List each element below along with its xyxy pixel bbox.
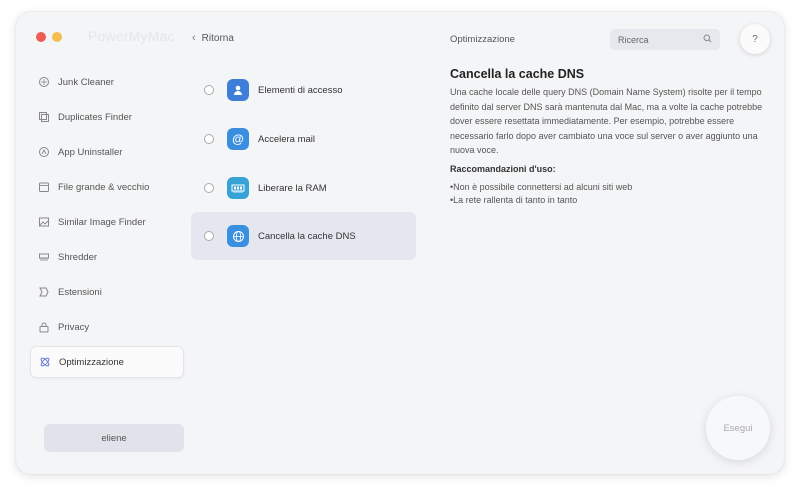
extensions-icon [38, 286, 50, 298]
duplicates-icon [38, 111, 50, 123]
recommendations-list: •Non è possibile connettersi ad alcuni s… [450, 181, 632, 207]
uninstaller-icon [38, 146, 50, 158]
window-controls [36, 32, 62, 42]
sidebar-item-label: Shredder [58, 251, 98, 263]
back-button[interactable]: ‹ Ritorna [192, 32, 234, 44]
recommendation-item: •La rete rallenta di tanto in tanto [450, 195, 578, 205]
option-login-items[interactable]: Elementi di accesso [191, 66, 416, 114]
lock-icon [38, 321, 50, 333]
sidebar-item-duplicates-finder[interactable]: Duplicates Finder [30, 101, 184, 133]
close-window-button[interactable] [36, 32, 46, 42]
help-button[interactable]: ? [740, 24, 770, 54]
page-title: Optimizzazione [450, 34, 515, 45]
sidebar-item-shredder[interactable]: Shredder [30, 241, 184, 273]
option-label: Cancella la cache DNS [258, 230, 356, 242]
recommendation-item: •Non è possibile connettersi ad alcuni s… [450, 182, 633, 192]
sidebar-item-label: Optimizzazione [59, 356, 124, 368]
sidebar-item-extensions[interactable]: Estensioni [30, 276, 184, 308]
option-radio[interactable] [204, 85, 214, 95]
option-radio[interactable] [204, 134, 214, 144]
search-input[interactable] [618, 34, 698, 45]
chevron-left-icon: ‹ [192, 32, 196, 44]
optimization-icon [39, 356, 51, 368]
back-label: Ritorna [201, 32, 234, 44]
sidebar-item-label: File grande & vecchio [58, 181, 150, 193]
option-free-ram[interactable]: Liberare la RAM [191, 164, 416, 212]
sidebar-item-app-uninstaller[interactable]: App Uninstaller [30, 136, 184, 168]
app-logo-text: PowerMyMac [88, 28, 175, 44]
sidebar-item-privacy[interactable]: Privacy [30, 311, 184, 343]
ram-icon [227, 177, 249, 199]
image-icon [38, 216, 50, 228]
shredder-icon [38, 251, 50, 263]
search-box[interactable] [610, 29, 720, 50]
user-account-button[interactable]: eliene [44, 424, 184, 452]
mail-at-icon: @ [227, 128, 249, 150]
sidebar-item-large-files[interactable]: File grande & vecchio [30, 171, 184, 203]
sidebar-item-optimization[interactable]: Optimizzazione [30, 346, 184, 378]
user-icon [227, 79, 249, 101]
recommendations-title: Raccomandazioni d'uso: [450, 164, 556, 174]
minimize-window-button[interactable] [52, 32, 62, 42]
option-label: Accelera mail [258, 133, 316, 145]
sidebar-item-label: App Uninstaller [58, 146, 123, 158]
large-file-icon [38, 181, 50, 193]
search-icon [703, 34, 712, 45]
dns-globe-icon [227, 225, 249, 247]
sidebar-item-label: Privacy [58, 321, 90, 333]
sidebar-item-label: Duplicates Finder [58, 111, 132, 123]
run-button[interactable]: Esegui [706, 396, 770, 460]
app-window: PowerMyMac Junk Cleaner Duplicates Finde… [16, 12, 784, 474]
option-label: Elementi di accesso [258, 84, 343, 96]
sidebar-item-label: Estensioni [58, 286, 102, 298]
option-speed-up-mail[interactable]: @ Accelera mail [191, 115, 416, 163]
option-label: Liberare la RAM [258, 182, 327, 194]
detail-title: Cancella la cache DNS [450, 67, 585, 81]
sidebar-item-label: Junk Cleaner [58, 76, 114, 88]
sidebar-item-similar-image-finder[interactable]: Similar Image Finder [30, 206, 184, 238]
option-flush-dns-cache[interactable]: Cancella la cache DNS [191, 212, 416, 260]
junk-cleaner-icon [38, 76, 50, 88]
option-radio[interactable] [204, 231, 214, 241]
sidebar-item-label: Similar Image Finder [58, 216, 146, 228]
option-radio[interactable] [204, 183, 214, 193]
detail-description: Una cache locale delle query DNS (Domain… [450, 87, 763, 155]
sidebar-item-junk-cleaner[interactable]: Junk Cleaner [30, 66, 184, 98]
